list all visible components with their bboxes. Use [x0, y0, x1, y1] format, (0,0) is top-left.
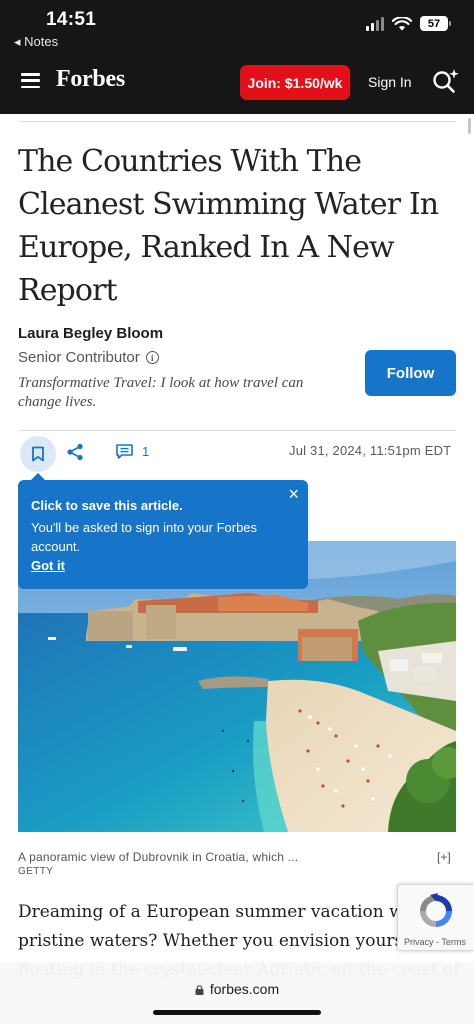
- close-icon[interactable]: ×: [288, 484, 299, 505]
- scrollbar[interactable]: [468, 118, 471, 134]
- got-it-link[interactable]: Got it: [31, 558, 65, 573]
- back-to-notes-link[interactable]: ◂ Notes: [14, 34, 58, 50]
- address-bar[interactable]: forbes.com: [0, 981, 474, 997]
- status-indicators: 57: [366, 16, 451, 31]
- divider: [18, 430, 456, 431]
- share-icon[interactable]: [66, 443, 84, 461]
- image-credit: GETTY: [18, 866, 54, 877]
- sign-in-link[interactable]: Sign In: [368, 74, 412, 90]
- top-navigation: 14:51 ◂ Notes 57 Forbes Join: $1.50/wk S…: [0, 0, 474, 114]
- recaptcha-links[interactable]: Privacy - Terms: [404, 937, 466, 947]
- author-bio: Transformative Travel: I look at how tra…: [18, 375, 304, 410]
- publish-date: Jul 31, 2024, 11:51pm EDT: [289, 443, 452, 458]
- lock-icon: [195, 985, 204, 995]
- info-icon[interactable]: i: [145, 351, 159, 364]
- join-button[interactable]: Join: $1.50/wk: [240, 65, 350, 100]
- article-headline: The Countries With The Cleanest Swimming…: [18, 144, 439, 308]
- wifi-icon: [392, 16, 412, 30]
- tooltip-title: Click to save this article.: [31, 498, 183, 513]
- bookmark-button[interactable]: [20, 436, 56, 472]
- tooltip-body: You'll be asked to sign into your Forbes…: [31, 520, 258, 554]
- bookmark-icon: [32, 446, 44, 462]
- home-indicator[interactable]: [153, 1010, 321, 1015]
- comment-icon[interactable]: [116, 444, 133, 459]
- follow-button[interactable]: Follow: [365, 350, 456, 396]
- body-line: Dreaming of a European summer vacation w…: [18, 902, 427, 922]
- menu-icon[interactable]: [21, 73, 40, 88]
- divider: [18, 121, 456, 122]
- url-text: forbes.com: [209, 981, 280, 997]
- search-sparkle-icon[interactable]: [431, 66, 461, 96]
- recaptcha-icon: [420, 893, 452, 927]
- signal-icon: [366, 16, 384, 31]
- browser-bottom-bar: forbes.com: [0, 962, 474, 1024]
- recaptcha-badge[interactable]: Privacy - Terms: [397, 884, 474, 951]
- expand-caption-button[interactable]: [+]: [437, 850, 451, 864]
- status-time: 14:51: [46, 9, 97, 30]
- author-role: Senior Contributor i: [18, 349, 159, 366]
- battery-level: 57: [427, 17, 441, 30]
- author-name[interactable]: Laura Begley Bloom: [18, 325, 163, 342]
- author-role-label: Senior Contributor: [18, 349, 140, 366]
- forbes-logo[interactable]: Forbes: [56, 66, 125, 93]
- body-line: pristine waters? Whether you envision yo…: [18, 931, 426, 951]
- save-article-tooltip: Click to save this article. You'll be as…: [18, 473, 308, 589]
- image-caption: A panoramic view of Dubrovnik in Croatia…: [18, 850, 299, 864]
- battery-icon: 57: [420, 16, 451, 31]
- comment-count[interactable]: 1: [142, 444, 149, 459]
